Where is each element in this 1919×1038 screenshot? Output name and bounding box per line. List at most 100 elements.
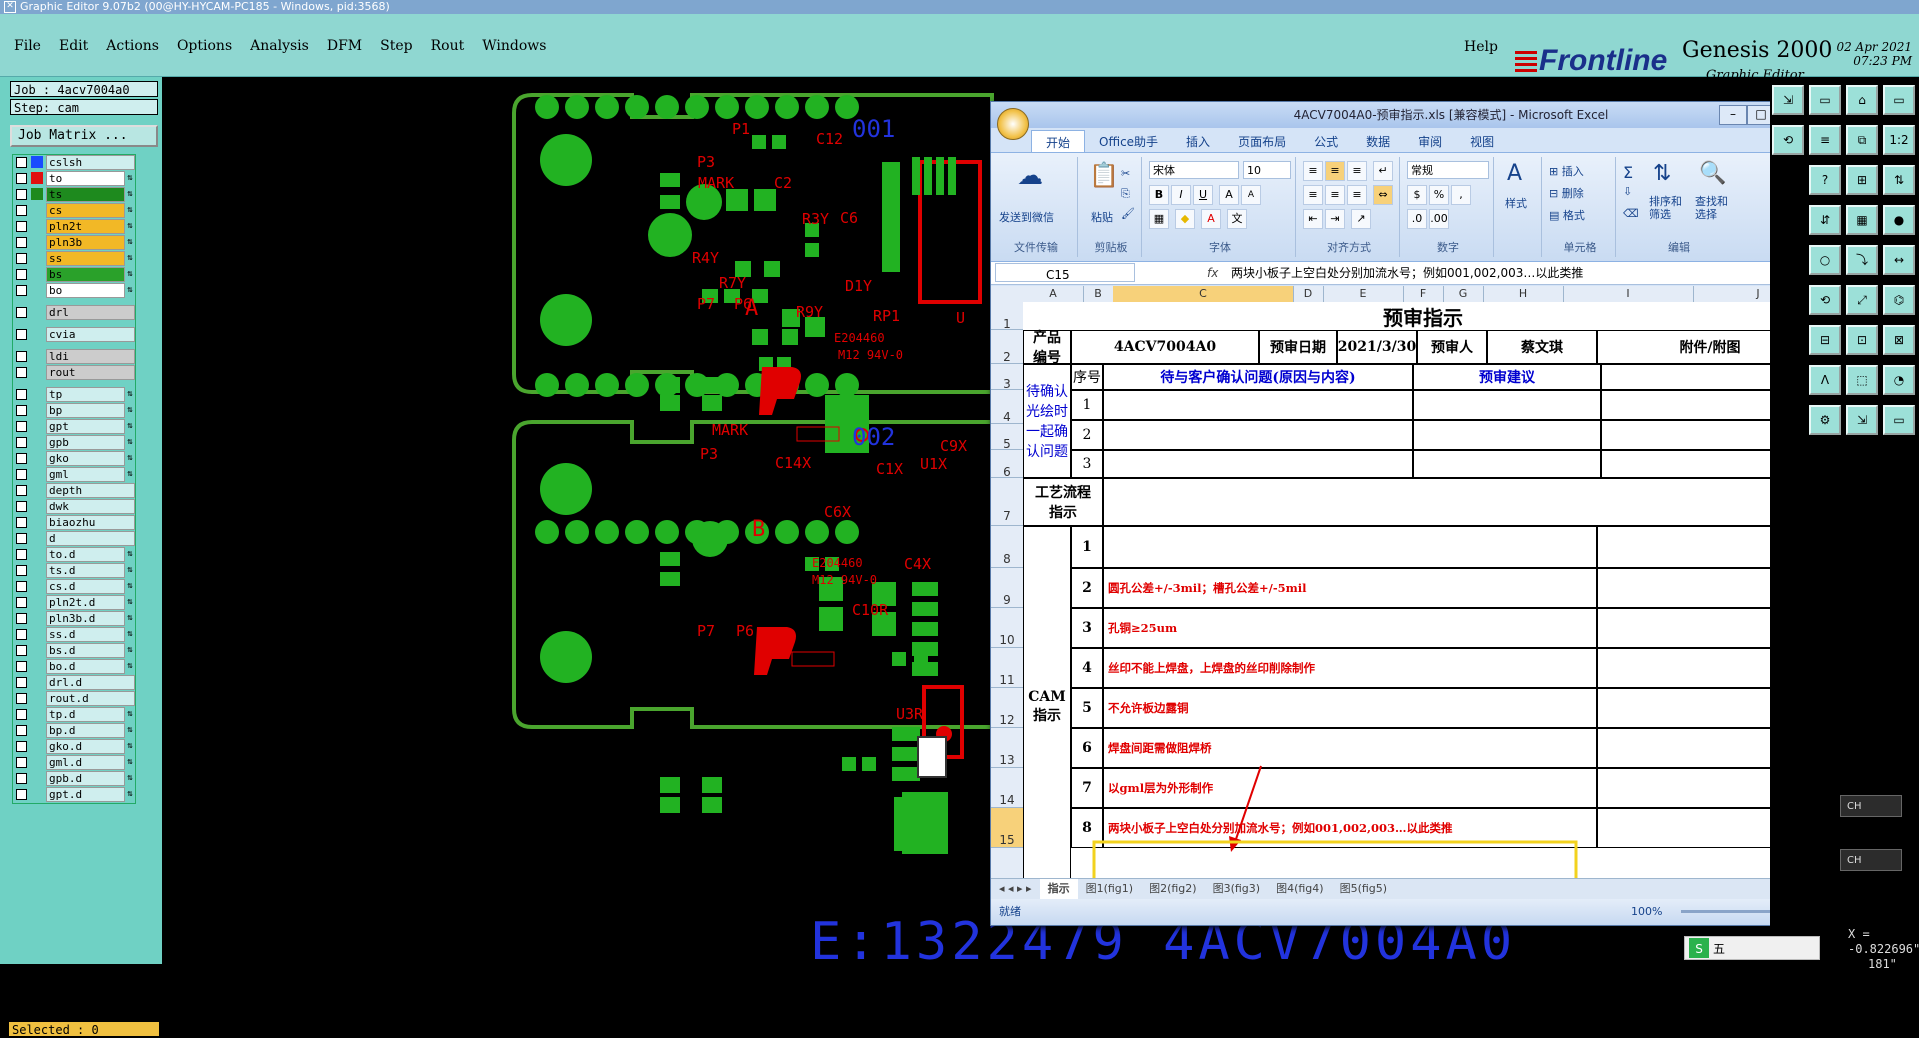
- layer-checkbox[interactable]: [16, 676, 27, 688]
- menu-file[interactable]: File: [14, 38, 41, 54]
- layer-name[interactable]: cvia: [46, 326, 135, 342]
- layer-row[interactable]: pln2t ⇅: [13, 218, 135, 234]
- layer-row[interactable]: gpt.d ⇅: [13, 786, 135, 802]
- sheet-tab[interactable]: 图2(fig2): [1141, 879, 1205, 899]
- styles-button[interactable]: 样式: [1505, 195, 1527, 211]
- italic-icon[interactable]: I: [1171, 185, 1191, 205]
- tool-button[interactable]: ⟲: [1809, 285, 1841, 315]
- number-format-select[interactable]: 常规: [1407, 161, 1489, 179]
- align-center-icon[interactable]: ≡: [1325, 185, 1345, 205]
- layer-row[interactable]: tp ⇅: [13, 386, 135, 402]
- insert-cells-button[interactable]: ⊞ 插入: [1549, 163, 1584, 179]
- layer-checkbox[interactable]: [16, 236, 27, 248]
- wrap-text-icon[interactable]: ↵: [1373, 161, 1393, 181]
- layer-checkbox[interactable]: [16, 660, 27, 672]
- layer-row[interactable]: gpb.d ⇅: [13, 770, 135, 786]
- merge-center-icon[interactable]: ⇔: [1373, 185, 1393, 205]
- tool-button[interactable]: Λ: [1809, 365, 1841, 395]
- layer-checkbox[interactable]: [16, 284, 27, 296]
- grow-font-icon[interactable]: A: [1219, 185, 1239, 205]
- layer-name[interactable]: biaozhu: [46, 514, 135, 530]
- decrease-decimal-icon[interactable]: .00: [1429, 209, 1449, 229]
- layer-row[interactable]: bp ⇅: [13, 402, 135, 418]
- layer-checkbox[interactable]: [16, 420, 27, 432]
- layer-checkbox[interactable]: [16, 532, 27, 544]
- border-icon[interactable]: ▦: [1149, 209, 1169, 229]
- layer-name[interactable]: cs: [46, 202, 125, 218]
- tool-button[interactable]: ⤢: [1846, 285, 1878, 315]
- ribbon-tab[interactable]: 插入: [1172, 130, 1224, 154]
- layer-name[interactable]: drl: [46, 304, 135, 320]
- menu-step[interactable]: Step: [380, 38, 412, 54]
- font-size-select[interactable]: 10: [1243, 161, 1291, 179]
- layer-name[interactable]: rout: [46, 364, 135, 380]
- layer-name[interactable]: ts.d: [46, 562, 125, 578]
- copy-icon[interactable]: ⎘: [1121, 187, 1130, 201]
- layer-row[interactable]: bo ⇅: [13, 282, 135, 298]
- layer-name[interactable]: pln2t: [46, 218, 125, 234]
- layer-row[interactable]: cslsh: [13, 154, 135, 170]
- layer-row[interactable]: ss ⇅: [13, 250, 135, 266]
- layer-name[interactable]: gko.d: [46, 738, 125, 754]
- increase-indent-icon[interactable]: ⇥: [1325, 209, 1345, 229]
- layer-checkbox[interactable]: [16, 516, 27, 528]
- layer-name[interactable]: bo: [46, 282, 125, 298]
- layer-name[interactable]: gpt.d: [46, 786, 125, 802]
- ribbon-tab[interactable]: 页面布局: [1224, 130, 1300, 154]
- tool-button[interactable]: ⊡: [1846, 325, 1878, 355]
- layer-row[interactable]: tp.d ⇅: [13, 706, 135, 722]
- layer-checkbox[interactable]: [16, 388, 27, 400]
- layer-name[interactable]: gml.d: [46, 754, 125, 770]
- align-top-icon[interactable]: ≡: [1303, 161, 1323, 181]
- layer-name[interactable]: drl.d: [46, 674, 135, 690]
- find-select-button[interactable]: 查找和 选择: [1695, 195, 1728, 221]
- layer-name[interactable]: ts: [46, 186, 125, 202]
- cut-icon[interactable]: ✂: [1121, 167, 1130, 180]
- layer-name[interactable]: bp: [46, 402, 125, 418]
- ribbon-tab[interactable]: 视图: [1456, 130, 1508, 154]
- layer-checkbox[interactable]: [16, 740, 27, 752]
- tool-button[interactable]: ⇲: [1846, 405, 1878, 435]
- currency-icon[interactable]: $: [1407, 185, 1427, 205]
- tool-button[interactable]: 1:2: [1883, 125, 1915, 155]
- layer-checkbox[interactable]: [16, 404, 27, 416]
- paste-button[interactable]: 粘贴: [1091, 209, 1113, 225]
- shrink-font-icon[interactable]: A: [1241, 185, 1261, 205]
- layer-row[interactable]: gko ⇅: [13, 450, 135, 466]
- underline-icon[interactable]: U: [1193, 185, 1213, 205]
- tool-button[interactable]: ⤵: [1846, 245, 1878, 275]
- layer-checkbox[interactable]: [16, 252, 27, 264]
- menu-dfm[interactable]: DFM: [327, 38, 362, 54]
- sheet-tab[interactable]: 图4(fig4): [1268, 879, 1332, 899]
- orientation-icon[interactable]: ↗: [1351, 209, 1371, 229]
- layer-row[interactable]: cvia: [13, 326, 135, 342]
- tool-button[interactable]: ⊞: [1846, 165, 1878, 195]
- tool-button[interactable]: ⌂: [1846, 85, 1878, 115]
- layer-name[interactable]: tp: [46, 386, 125, 402]
- layer-row[interactable]: to ⇅: [13, 170, 135, 186]
- layer-row[interactable]: gml.d ⇅: [13, 754, 135, 770]
- layer-name[interactable]: bo.d: [46, 658, 125, 674]
- format-painter-icon[interactable]: 🖌: [1121, 207, 1135, 220]
- menu-rout[interactable]: Rout: [431, 38, 465, 54]
- layer-row[interactable]: gko.d ⇅: [13, 738, 135, 754]
- layer-row[interactable]: pln3b.d ⇅: [13, 610, 135, 626]
- layer-name[interactable]: gko: [46, 450, 125, 466]
- ribbon-tab[interactable]: 审阅: [1404, 130, 1456, 154]
- office-orb-button[interactable]: [997, 108, 1029, 140]
- tool-button[interactable]: ⌬: [1883, 285, 1915, 315]
- tool-button[interactable]: ▭: [1809, 85, 1841, 115]
- layer-name[interactable]: ss.d: [46, 626, 125, 642]
- menu-actions[interactable]: Actions: [106, 38, 159, 54]
- ribbon-tab[interactable]: Office助手: [1085, 130, 1172, 154]
- layer-checkbox[interactable]: [16, 484, 27, 496]
- layer-name[interactable]: tp.d: [46, 706, 125, 722]
- layer-checkbox[interactable]: [16, 328, 27, 340]
- sort-filter-button[interactable]: 排序和 筛选: [1649, 195, 1682, 221]
- minimize-button[interactable]: –: [1719, 105, 1747, 125]
- tool-button[interactable]: ↔: [1883, 245, 1915, 275]
- layer-name[interactable]: to: [46, 170, 125, 186]
- sheet-nav-arrows[interactable]: ◂ ◂ ▸ ▸: [991, 879, 1040, 899]
- layer-row[interactable]: bp.d ⇅: [13, 722, 135, 738]
- tool-button[interactable]: ▭: [1883, 85, 1915, 115]
